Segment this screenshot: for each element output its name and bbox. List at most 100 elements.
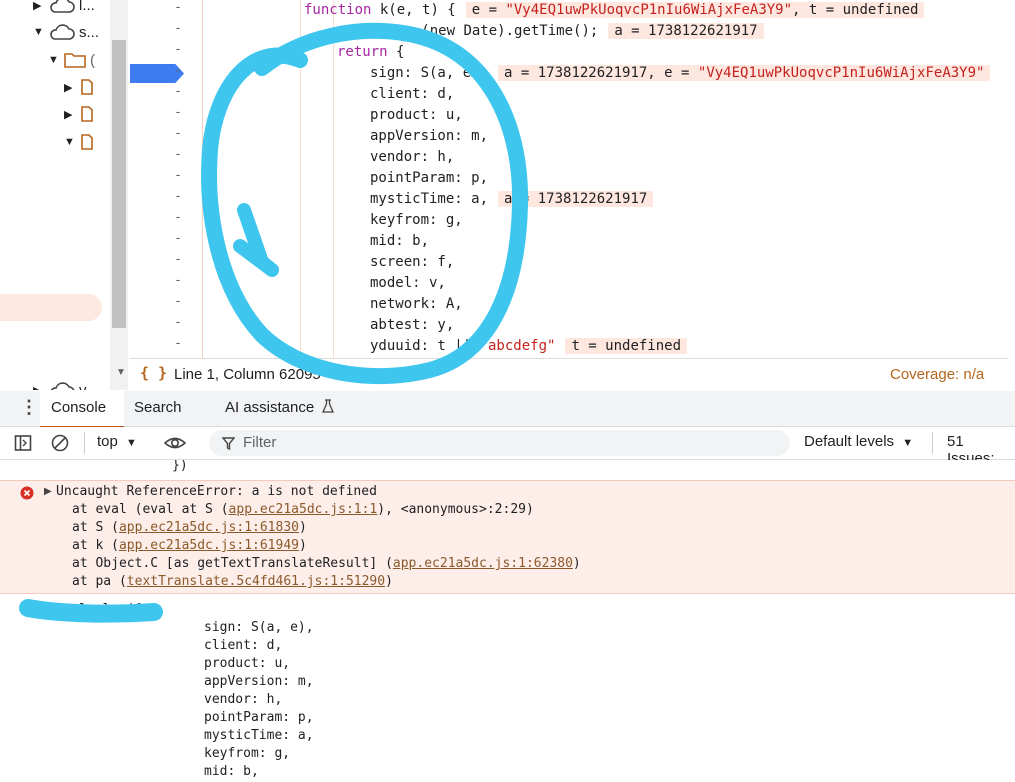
tree-scrollbar[interactable] [110,0,128,390]
tree-item-cloud-3[interactable]: ▶ v [33,377,87,390]
collapse-icon[interactable]: ▼ [64,136,75,148]
source-link[interactable]: textTranslate.5c4fd461.js:1:51290 [127,574,385,589]
inline-value-label: a = 1738122621917, e = [504,65,698,81]
console-output[interactable]: }) ▶ Uncaught ReferenceError: a is not d… [0,460,1015,782]
source-editor[interactable]: - - - - - - - - - - - - - - - - - function k(e, t) {e = … [128,0,1015,358]
gutter-line-marker[interactable]: - [168,315,188,330]
console-input-line[interactable]: pointParam: p, [204,709,314,727]
gutter-line-marker[interactable]: - [168,126,188,141]
source-link[interactable]: app.ec21a5dc.js:1:62380 [393,556,573,571]
code-line: yduuid: t || "abcdefg" t = undefined [370,336,688,357]
source-link[interactable]: app.ec21a5dc.js:1:1 [229,502,378,517]
stack-frame-text: at S ( [72,520,119,535]
file-icon [81,134,93,150]
code-line: pointParam: p, [370,168,488,189]
code-line: product: u, [370,105,463,126]
file-icon [81,106,93,122]
console-input-line[interactable]: vendor: h, [204,691,282,709]
scroll-down-icon[interactable]: ▼ [116,367,126,378]
gutter-line-marker[interactable]: - [168,63,188,78]
tab-ai-assistance[interactable]: AI assistance [225,391,335,426]
console-input-line[interactable]: client: d, [204,637,282,655]
context-selector[interactable]: top ▼ [97,433,137,450]
prompt-chevron-icon: ❯ [24,604,34,616]
eye-icon[interactable] [164,434,186,452]
gutter-line-marker[interactable]: - [168,42,188,57]
expand-icon[interactable]: ▶ [33,0,43,12]
code-text: abtest: y, [370,317,455,333]
expand-error-icon[interactable]: ▶ [44,483,52,501]
log-levels-dropdown[interactable]: Default levels ▼ [804,433,913,450]
tab-label: AI assistance [225,399,315,416]
expand-icon[interactable]: ▶ [33,384,43,391]
console-input-line[interactable]: sign: S(a, e), [204,619,314,637]
code-text: sign: S(a, e), [370,65,489,81]
gutter-line-marker[interactable]: - [168,105,188,120]
indent-guide [333,0,334,358]
collapse-icon[interactable]: ▼ [33,26,44,38]
code-text: mysticTime: a, [370,191,489,207]
console-toolbar: top ▼ Filter Default levels ▼ 51 Issues: [0,427,1015,467]
flask-icon [322,399,335,413]
expand-icon[interactable]: ▶ [64,108,74,121]
gutter-line-marker[interactable]: - [168,147,188,162]
inline-value-string: "Vy4EQ1uwPkUoqvcP1nIu6WiAjxFeA3Y9" [505,2,793,18]
tree-item-folder[interactable]: ▼ ( [48,47,95,73]
gutter-line-marker[interactable]: - [168,84,188,99]
tab-console[interactable]: Console [40,391,124,428]
coverage-status[interactable]: Coverage: n/a [890,366,984,383]
code-line: client: d, [370,84,454,105]
gutter-line-marker[interactable]: - [168,168,188,183]
stack-frame: at pa (textTranslate.5c4fd461.js:1:51290… [72,573,393,591]
tree-item-file-3[interactable]: ▼ [64,129,94,155]
tree-scrollbar-thumb[interactable] [112,40,126,328]
console-input-line[interactable]: product: u, [204,655,290,673]
code-line: sign: S(a, e), a = 1738122621917, e = "Vy… [370,63,991,84]
collapse-icon[interactable]: ▼ [48,54,59,66]
source-link[interactable]: app.ec21a5dc.js:1:61830 [119,520,299,535]
gutter-line-marker[interactable]: - [168,231,188,246]
tab-label: Console [51,399,107,416]
code-keyword: function [304,2,372,18]
console-input-line[interactable]: keyfrom: g, [204,745,290,763]
code-text: appVersion: m, [370,128,489,144]
tree-item-cloud-2[interactable]: ▼ s... [33,19,99,45]
gutter-line-marker[interactable]: - [168,336,188,351]
sidebar-toggle-icon[interactable] [14,434,32,452]
inline-variable-value: t = undefined [565,338,688,354]
stack-frame-text: ) [298,538,307,553]
gutter-line-marker[interactable]: - [168,294,188,309]
code-text: { [387,44,405,60]
source-link[interactable]: app.ec21a5dc.js:1:61949 [119,538,299,553]
console-input-line[interactable]: mysticTime: a, [204,727,314,745]
code-keyword: const [337,23,380,39]
tree-item-cloud-1[interactable]: ▶ l... [33,0,95,18]
stack-frame-text: ) [572,556,581,571]
log-levels-value: Default levels [804,433,895,450]
folder-icon [64,53,86,68]
code-text: a = (new Date).getTime(); [379,23,599,39]
console-input-line[interactable]: appVersion: m, [204,673,314,691]
code-line: appVersion: m, [370,126,488,147]
gutter-line-marker[interactable]: - [168,0,188,15]
code-text: model: v, [370,275,446,291]
gutter-line-marker[interactable]: - [168,252,188,267]
gutter-line-marker[interactable]: - [168,21,188,36]
gutter-line-marker[interactable]: - [168,210,188,225]
console-input-first-line[interactable]: console.log({ [40,601,142,619]
console-input-line[interactable]: mid: b, [204,763,259,781]
gutter-line-marker[interactable]: - [168,273,188,288]
expand-icon[interactable]: ▶ [64,81,74,94]
tab-search[interactable]: Search [134,391,182,426]
inline-value-label: e = [471,2,506,18]
error-title: Uncaught ReferenceError: a is not define… [56,484,377,499]
filter-input[interactable]: Filter [209,430,790,456]
more-tools-kebab-icon[interactable]: ⋮ [20,391,38,426]
gutter-line-marker[interactable]: - [168,189,188,204]
context-value: top [97,433,118,450]
clear-console-icon[interactable] [51,434,69,452]
tree-item-file-1[interactable]: ▶ [64,74,94,100]
pretty-print-braces-icon[interactable]: { } [140,364,167,382]
tree-item-file-2[interactable]: ▶ [64,101,94,127]
editor-status-bar: ▼ { } Line 1, Column 62095 Coverage: n/a [116,358,1008,391]
